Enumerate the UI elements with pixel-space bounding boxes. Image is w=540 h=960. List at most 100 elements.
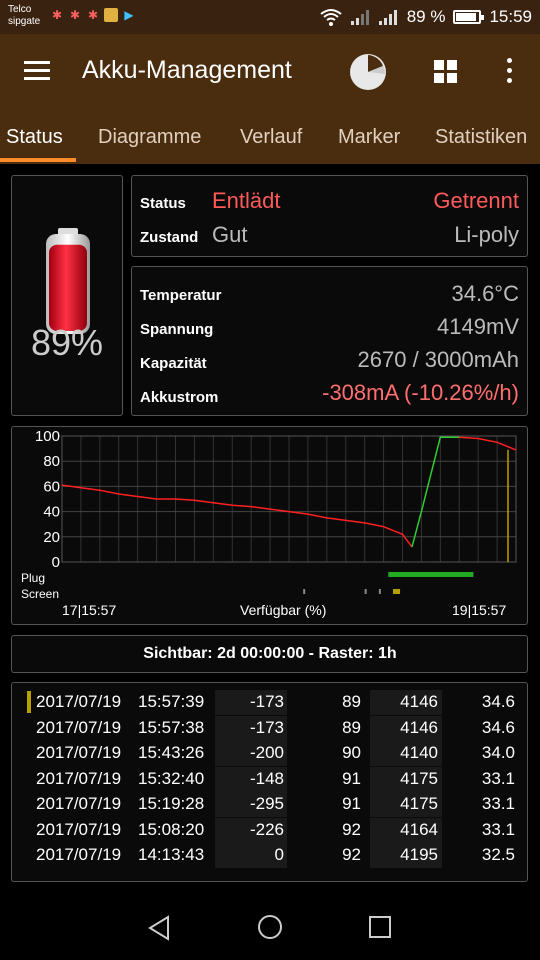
tab-status[interactable]: Status [6,126,63,149]
kapazitaet-value: 2670 / 3000mAh [357,347,519,372]
bug-icon: ✱ [69,8,81,22]
tab-bar: Status Diagramme Verlauf Marker Statisti… [0,112,540,164]
cell-time: 15:32:40 [138,768,205,788]
battery-icon [453,10,485,24]
table-row[interactable]: 2017/07/19 15:57:39 -173 89 4146 34.6 [12,690,528,715]
cell-percent: 91 [342,768,361,788]
cell-voltage: 4140 [400,743,438,762]
temperatur-value: 34.6°C [451,281,519,306]
x-end-label: 19|15:57 [452,602,506,618]
cell-current: -173 [249,692,284,711]
cell-date: 2017/07/19 [36,845,122,864]
x-axis-label: Verfügbar (%) [240,602,326,618]
clock: 15:59 [489,7,532,26]
table-row[interactable]: 2017/07/19 15:32:40 -148 91 4175 33.1 [12,766,528,792]
table-row[interactable]: 2017/07/19 15:57:38 -173 89 4146 34.6 [12,715,528,741]
app-title: Akku-Management [82,56,292,84]
recents-icon[interactable] [368,915,392,939]
cell-voltage: 4175 [400,794,438,813]
cell-date: 2017/07/19 [36,717,122,737]
back-icon[interactable] [146,914,174,942]
status-value: Entlädt [212,188,281,213]
pie-chart-icon[interactable] [350,54,386,90]
cell-percent: 92 [342,819,361,839]
plug-row-label: Plug [21,571,45,585]
plug-value: Getrennt [433,188,519,213]
cell-time: 15:08:20 [138,819,205,839]
battery-history-chart[interactable]: 100 80 60 40 20 0 Plug Screen 17|15:57 Verfüg… [12,428,528,624]
cell-current: -200 [249,743,284,762]
signal-1-icon [350,9,371,25]
cell-temp: 34.6 [481,692,515,711]
y-tick-label: 100 [35,428,60,445]
zustand-value: Gut [212,222,248,247]
cell-time: 15:43:26 [138,743,205,762]
navigation-bar [0,898,540,960]
table-row[interactable]: 2017/07/19 15:08:20 -226 92 4164 33.1 [12,817,528,843]
cell-voltage: 4175 [400,768,438,788]
table-row[interactable]: 2017/07/19 14:13:43 0 92 4195 32.5 [12,843,528,868]
cell-voltage: 4195 [400,845,438,864]
carrier-label: Telco sipgate [8,4,40,28]
cell-current: -226 [249,819,284,839]
charge-series-line [411,436,460,548]
cell-percent: 89 [342,717,361,737]
cell-date: 2017/07/19 [36,692,122,711]
cell-time: 14:13:43 [138,845,205,864]
tab-marker[interactable]: Marker [338,126,400,149]
visible-range-label: Sichtbar: 2d 00:00:00 - Raster: 1h [143,645,397,662]
cell-temp: 33.1 [481,819,515,839]
cell-current: -173 [249,717,284,737]
y-tick-label: 60 [43,478,60,495]
table-row[interactable]: 2017/07/19 15:19:28 -295 91 4175 33.1 [12,792,528,817]
menu-icon[interactable] [24,61,50,81]
cell-voltage: 4146 [400,717,438,737]
cell-current: 0 [274,845,284,864]
table-row[interactable]: 2017/07/19 15:43:26 -200 90 4140 34.0 [12,741,528,766]
home-icon[interactable] [256,913,284,941]
app-bar: Akku-Management [0,34,540,112]
cell-date: 2017/07/19 [36,819,122,839]
cell-percent: 92 [342,845,361,864]
system-status-bar: Telco sipgate ✱ ✱ ✱ ▶ 89 % 15:59 [0,0,540,34]
zustand-label: Zustand [140,229,199,246]
plug-charging-bar [388,572,474,577]
battery-type-value: Li-poly [454,222,519,247]
akkustrom-label: Akkustrom [140,389,219,406]
cell-percent: 90 [342,743,361,762]
more-icon[interactable] [500,58,518,84]
cell-time: 15:57:38 [138,717,205,737]
cell-current: -148 [249,768,284,788]
battery-panel: 89% [11,175,123,416]
battery-level-icon [46,228,90,334]
cell-time: 15:57:39 [138,692,205,711]
bug-icon: ✱ [51,8,63,22]
screen-on-mark [364,589,367,594]
play-store-icon: ▶ [124,8,134,22]
cell-date: 2017/07/19 [36,794,122,813]
tab-diagramme[interactable]: Diagramme [98,126,201,149]
history-table[interactable]: 2017/07/19 15:57:39 -173 89 4146 34.6 2017/07/… [12,682,528,882]
grid-icon[interactable] [434,60,458,84]
status-right: 89 % 15:59 [319,7,532,27]
screen-row-label: Screen [21,587,59,601]
discharge-series-line [61,484,413,548]
y-tick-label: 40 [43,504,60,521]
active-tab-indicator [0,158,76,162]
details-panel: Temperatur 34.6°C Spannung 4149mV Kapazi… [131,266,528,416]
carrier-sipgate: sipgate [8,16,41,27]
cell-percent: 89 [342,692,361,711]
screen-on-mark [378,589,381,594]
cell-voltage: 4164 [400,819,438,839]
wifi-icon [320,9,342,26]
cell-temp: 32.5 [481,845,515,864]
discharge-series-line-2 [459,436,517,451]
spannung-label: Spannung [140,321,214,338]
cell-temp: 33.1 [481,794,515,813]
battery-percent: 89 % [406,7,446,26]
tab-statistiken[interactable]: Statistiken [435,126,527,149]
cell-temp: 34.0 [481,743,515,762]
status-label: Status [140,195,186,212]
tab-verlauf[interactable]: Verlauf [240,126,302,149]
screen-on-mark [303,589,306,594]
